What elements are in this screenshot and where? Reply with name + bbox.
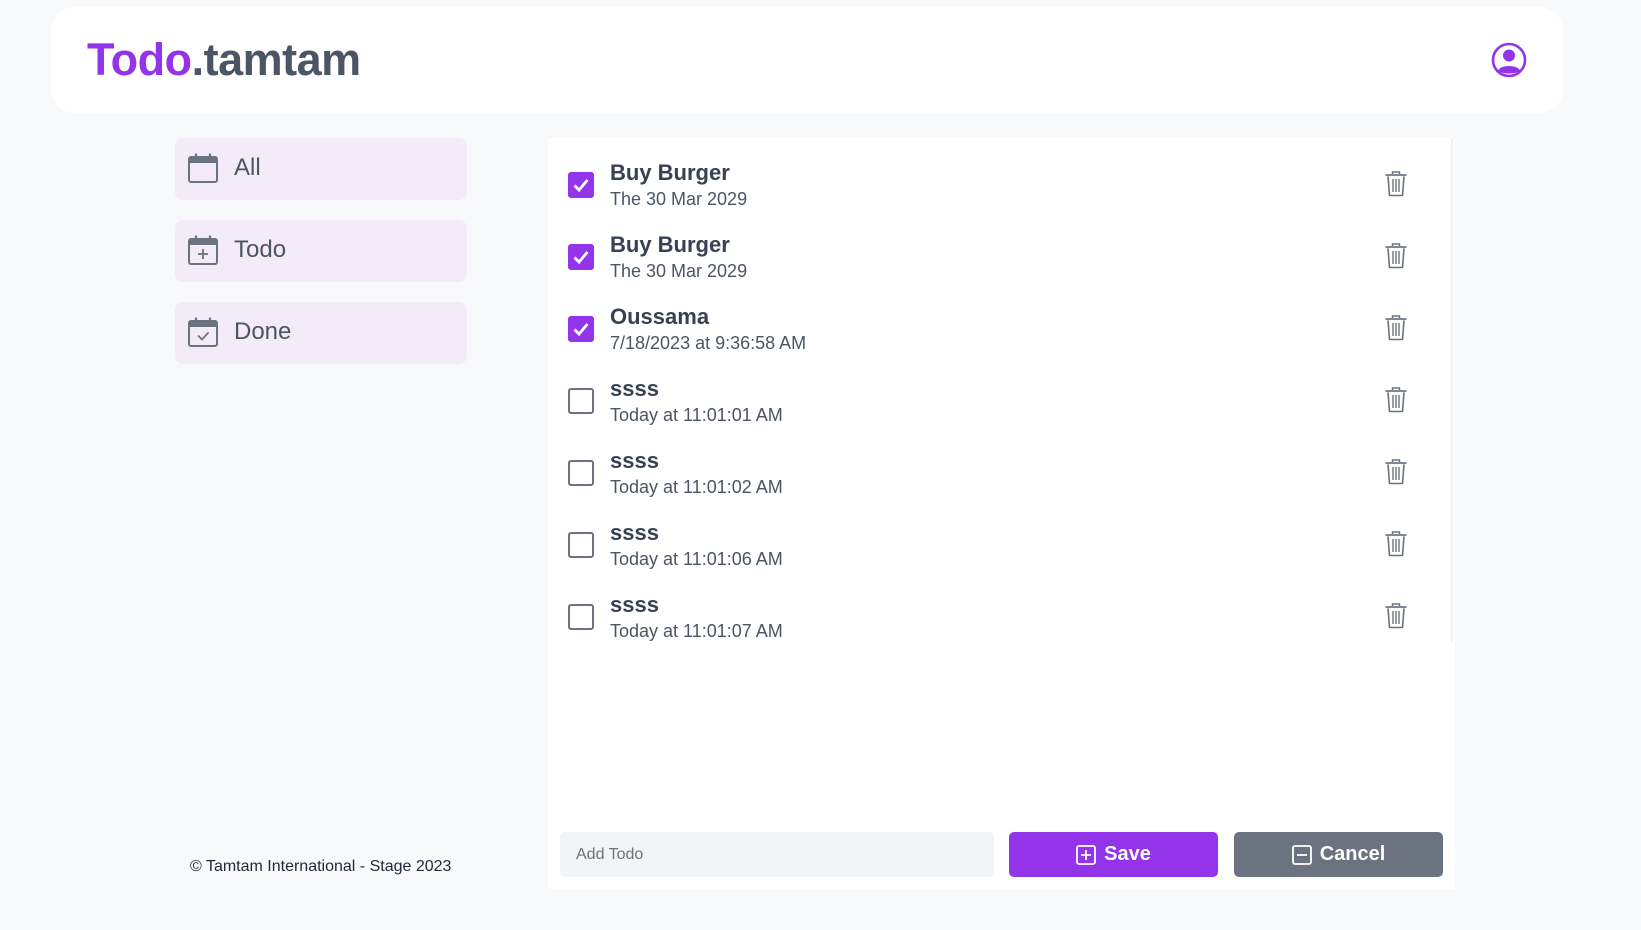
todo-item: Oussama 7/18/2023 at 9:36:58 AM bbox=[548, 282, 1428, 354]
todo-date: Today at 11:01:06 AM bbox=[610, 549, 783, 569]
sidebar-item-done[interactable]: Done bbox=[175, 302, 467, 364]
cancel-button[interactable]: Cancel bbox=[1234, 832, 1443, 877]
user-circle-icon bbox=[1491, 42, 1527, 78]
calendar-check-icon bbox=[188, 317, 218, 347]
todo-item: ssss Today at 11:01:06 AM bbox=[548, 498, 1428, 570]
todo-title: ssss bbox=[610, 376, 659, 401]
todo-title: Buy Burger bbox=[610, 160, 730, 185]
cancel-button-label: Cancel bbox=[1319, 843, 1386, 865]
todo-item: Buy Burger The 30 Mar 2029 bbox=[548, 138, 1428, 210]
todo-checkbox[interactable] bbox=[568, 460, 594, 486]
todo-title: ssss bbox=[610, 448, 659, 473]
todo-title: ssss bbox=[610, 592, 659, 617]
todo-checkbox[interactable] bbox=[568, 316, 594, 342]
check-icon bbox=[573, 251, 589, 265]
sidebar-item-all[interactable]: All bbox=[175, 138, 467, 200]
sidebar-item-label: Done bbox=[234, 318, 292, 345]
app-header: Todo.tamtam bbox=[51, 7, 1563, 113]
todo-checkbox[interactable] bbox=[568, 244, 594, 270]
todo-date: Today at 11:01:07 AM bbox=[610, 621, 783, 641]
save-button-label: Save bbox=[1104, 843, 1151, 865]
add-todo-input[interactable] bbox=[560, 832, 994, 877]
todo-checkbox[interactable] bbox=[568, 532, 594, 558]
calendar-plus-icon bbox=[188, 235, 218, 265]
todo-title: Oussama bbox=[610, 304, 710, 329]
footer-copyright: © Tamtam International - Stage 2023 bbox=[190, 858, 452, 875]
trash-icon[interactable] bbox=[1384, 530, 1408, 558]
todo-checkbox[interactable] bbox=[568, 172, 594, 198]
brand-suffix: .tamtam bbox=[191, 34, 362, 85]
sidebar-item-todo[interactable]: Todo bbox=[175, 220, 467, 282]
todo-item: ssss Today at 11:01:02 AM bbox=[548, 426, 1428, 498]
todo-item: ssss Today at 11:01:07 AM bbox=[548, 570, 1428, 641]
brand-logo[interactable]: Todo.tamtam bbox=[87, 37, 361, 82]
brand-main: Todo bbox=[87, 34, 192, 85]
trash-icon[interactable] bbox=[1384, 170, 1408, 198]
todo-list[interactable]: Buy Burger The 30 Mar 2029 Buy Burger Th… bbox=[548, 138, 1453, 641]
todo-panel: Buy Burger The 30 Mar 2029 Buy Burger Th… bbox=[548, 138, 1455, 889]
minus-square-icon bbox=[1291, 844, 1312, 865]
todo-date: Today at 11:01:01 AM bbox=[610, 405, 783, 425]
trash-icon[interactable] bbox=[1384, 386, 1408, 414]
trash-icon[interactable] bbox=[1384, 314, 1408, 342]
calendar-icon bbox=[188, 153, 218, 183]
todo-item: Buy Burger The 30 Mar 2029 bbox=[548, 210, 1428, 282]
todo-title: Buy Burger bbox=[610, 232, 730, 257]
sidebar-item-label: Todo bbox=[234, 236, 287, 263]
trash-icon[interactable] bbox=[1384, 602, 1408, 630]
todo-checkbox[interactable] bbox=[568, 604, 594, 630]
todo-checkbox[interactable] bbox=[568, 388, 594, 414]
todo-date: The 30 Mar 2029 bbox=[610, 261, 748, 281]
todo-date: Today at 11:01:02 AM bbox=[610, 477, 783, 497]
todo-title: ssss bbox=[610, 520, 659, 545]
sidebar-item-label: All bbox=[234, 154, 261, 181]
check-icon bbox=[573, 323, 589, 337]
todo-date: 7/18/2023 at 9:36:58 AM bbox=[610, 333, 807, 353]
plus-square-icon bbox=[1076, 844, 1097, 865]
trash-icon[interactable] bbox=[1384, 242, 1408, 270]
todo-item: ssss Today at 11:01:01 AM bbox=[548, 354, 1428, 426]
user-profile-button[interactable] bbox=[1489, 40, 1529, 80]
todo-date: The 30 Mar 2029 bbox=[610, 189, 748, 209]
save-button[interactable]: Save bbox=[1009, 832, 1218, 877]
trash-icon[interactable] bbox=[1384, 458, 1408, 486]
check-icon bbox=[573, 179, 589, 193]
